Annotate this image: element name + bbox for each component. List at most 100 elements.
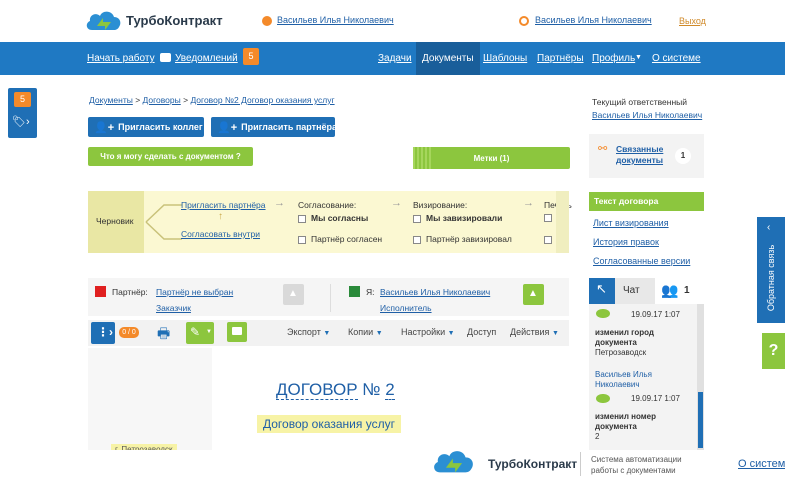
partner-role-link[interactable]: Заказчик [156,303,191,313]
footer-about-link[interactable]: О системе [738,458,785,470]
partner-select-link[interactable]: Партнёр не выбран [156,287,233,297]
link-chain-icon: ⚯ [598,143,608,155]
logo[interactable]: ТурбоКонтракт [84,7,224,35]
arrow-up-icon: ↑ [218,211,223,222]
breadcrumb-documents[interactable]: Документы [89,95,133,105]
comment-icon [232,327,242,335]
arrow-diagonal-icon: ↖ [596,281,607,296]
nav-start[interactable]: Начать работу [87,42,155,75]
left-widget-count[interactable]: 5 [14,92,31,107]
partner-label: Партнёр: [112,287,148,297]
invite-partner-button[interactable]: 👤+ Пригласить партнёра [211,117,337,137]
nav-profile[interactable]: Профиль [592,42,635,75]
chevron-down-icon: ▼ [206,329,212,335]
divider [330,284,331,312]
grid-pattern-icon [413,147,433,169]
main-navbar: Начать работу Уведомлений 5 Задачи Докум… [0,42,785,75]
comment-button[interactable] [227,322,247,342]
workflow-scroll-right[interactable] [556,191,569,253]
user-link-1[interactable]: Васильев Илья Николаевич [262,15,394,26]
feed-action: изменил номер документа [595,412,656,431]
draft-stage: Черновик [88,191,144,253]
add-user-icon: 👤+ [94,121,115,134]
access-menu[interactable]: Доступ [467,327,496,337]
workflow-fork-icon [145,204,182,240]
feed-scrollbar[interactable] [697,304,704,450]
visa-we-checkbox[interactable]: Мы завизировали [413,213,502,223]
arrow-right-icon: → [523,197,534,209]
feedback-tab[interactable]: ‹ Обратная связь [757,217,785,323]
tab-visa-sheet[interactable]: Лист визирования [593,218,669,228]
workflow-panel: Черновик Пригласить партнёра ↑ Согласова… [88,191,572,253]
user-link-2[interactable]: Васильев Илья Николаевич [519,15,652,26]
cloud-logo-icon [86,11,121,30]
nav-about[interactable]: О системе [652,42,701,75]
chevron-left-icon: ‹ [767,222,771,233]
partner-color-square [95,286,106,297]
breadcrumb: Документы > Договоры > Договор №2 Догово… [89,95,335,105]
tags-button[interactable]: Метки (1) [413,147,570,169]
eye-icon [596,394,610,403]
arrow-right-icon: → [274,197,285,209]
feed-date: 19.09.17 1:07 [631,394,680,403]
document-title: ДОГОВОР № 2 [276,380,395,400]
participants-tab[interactable]: 👥 1 [655,278,704,304]
notifications-badge[interactable]: 5 [243,48,259,65]
copies-menu[interactable]: Копии ▼ [348,327,383,337]
me-label: Я: [366,287,375,297]
chat-tab[interactable]: Чат [623,285,640,296]
me-color-square [349,286,360,297]
breadcrumb-current[interactable]: Договор №2 Договор оказания услуг [190,95,334,105]
counter-badge[interactable]: 0 / 0 [119,327,139,338]
breadcrumb-contracts[interactable]: Договоры [143,95,181,105]
nav-documents[interactable]: Документы [416,42,480,75]
toggle-panel-button[interactable]: ⋮› [91,322,115,344]
eye-icon [596,309,610,318]
chat-bubble-icon [160,53,171,62]
nav-partners[interactable]: Партнёры [537,42,584,75]
export-menu[interactable]: Экспорт ▼ [287,327,330,337]
settings-menu[interactable]: Настройки ▼ [401,327,455,337]
agree-inside-link[interactable]: Согласовать внутри [181,229,260,239]
invite-colleagues-button[interactable]: 👤+ Пригласить коллег [88,117,204,137]
tab-history[interactable]: История правок [593,237,659,247]
building-icon: ▲ [288,288,298,299]
tab-agreed-versions[interactable]: Согласованные версии [593,256,690,266]
document-subtitle[interactable]: Договор оказания услуг [257,415,401,433]
approval-we-checkbox[interactable]: Мы согласны [298,213,368,223]
pencil-icon: ✎ [190,325,201,339]
approval-partner-checkbox[interactable]: Партнёр согласен [298,234,382,244]
logo-text: ТурбоКонтракт [126,13,223,28]
nav-templates[interactable]: Шаблоны [483,42,527,75]
partner-logo-placeholder[interactable]: ▲ [283,284,304,305]
me-logo-placeholder[interactable]: ▲ [523,284,544,305]
add-user-icon: 👤+ [217,121,238,134]
related-docs-box[interactable]: ⚯ Связанные документы 1 [589,134,704,178]
chevron-down-icon: ▼ [635,54,642,61]
footer-logo-text: ТурбоКонтракт [488,457,578,471]
person-icon [519,15,529,26]
footer-tagline: Система автоматизации работы с документа… [591,455,682,475]
feed-author[interactable]: Васильев Илья Николаевич [595,370,685,390]
approval-title: Согласование: [298,200,357,210]
responsible-name[interactable]: Васильев Илья Николаевич [592,110,702,120]
what-to-do-button[interactable]: Что я могу сделать с документом ? [88,147,253,166]
nav-tasks[interactable]: Задачи [378,42,412,75]
tab-contract-text[interactable]: Текст договора [589,192,704,211]
expand-chat-button[interactable]: ↖ [589,278,615,304]
logout-link[interactable]: Выход [679,16,706,26]
edit-button[interactable]: ✎ ▼ [186,322,214,344]
user-icon [262,15,272,26]
invite-partner-link[interactable]: Пригласить партнёра [181,200,266,210]
help-button[interactable]: ? [762,333,785,369]
nav-notifications[interactable]: Уведомлений [175,42,238,75]
visa-partner-checkbox[interactable]: Партнёр завизировал [413,234,512,244]
print-icon[interactable]: 🖶 [157,323,170,347]
footer-divider [580,452,581,476]
print-checkbox-1[interactable] [544,214,552,222]
actions-menu[interactable]: Действия ▼ [510,327,559,337]
me-select-link[interactable]: Васильев Илья Николаевич [380,287,490,297]
tags-icon[interactable]: 🏷› [12,115,30,128]
me-role-link[interactable]: Исполнитель [380,303,432,313]
feed-value: 2 [595,432,600,441]
